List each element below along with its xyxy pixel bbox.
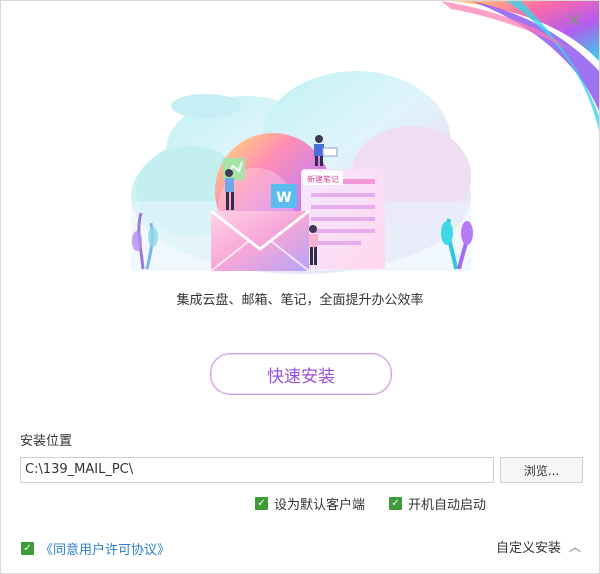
- install-location-label: 安装位置: [20, 434, 73, 449]
- install-path-input[interactable]: C:\139_MAIL_PC\: [20, 457, 494, 483]
- word-doc-icon: W: [271, 184, 297, 208]
- hero-banner: 新建笔记 W ✕ 集成云盘、邮箱、笔记，全面提升办公效率: [1, 1, 599, 331]
- chart-panel-icon: [223, 158, 245, 180]
- envelope-icon: [210, 209, 310, 272]
- custom-install-label: 自定义安装: [495, 541, 561, 556]
- checkbox-checked-icon: ✓: [255, 497, 268, 510]
- hero-illustration: 新建笔记 W: [131, 1, 599, 274]
- chevron-up-icon: ︿: [568, 540, 581, 554]
- slogan-text: 集成云盘、邮箱、笔记，全面提升办公效率: [176, 293, 424, 308]
- installer-window: 新建笔记 W ✕ 集成云盘、邮箱、笔记，全面提升办公效率 快速安装 安装位置 C…: [0, 0, 600, 574]
- default-client-label: 设为默认客户端: [274, 498, 366, 513]
- autostart-checkbox[interactable]: ✓ 开机自动启动: [389, 494, 486, 513]
- browse-button[interactable]: 浏览...: [500, 457, 583, 483]
- doc-icon-letter: W: [276, 190, 291, 206]
- default-client-checkbox[interactable]: ✓ 设为默认客户端: [255, 494, 365, 513]
- quick-install-button[interactable]: 快速安装: [210, 353, 392, 395]
- custom-install-toggle[interactable]: 自定义安装 ︿: [496, 537, 581, 556]
- checkbox-checked-icon: ✓: [21, 542, 34, 555]
- close-button[interactable]: ✕: [563, 9, 585, 31]
- license-agreement-link[interactable]: 《同意用户许可协议》: [40, 539, 170, 558]
- note-card-label: 新建笔记: [307, 174, 339, 184]
- autostart-label: 开机自动启动: [408, 498, 487, 513]
- checkbox-checked-icon: ✓: [389, 497, 402, 510]
- license-checkbox[interactable]: ✓ 《同意用户许可协议》: [21, 539, 170, 558]
